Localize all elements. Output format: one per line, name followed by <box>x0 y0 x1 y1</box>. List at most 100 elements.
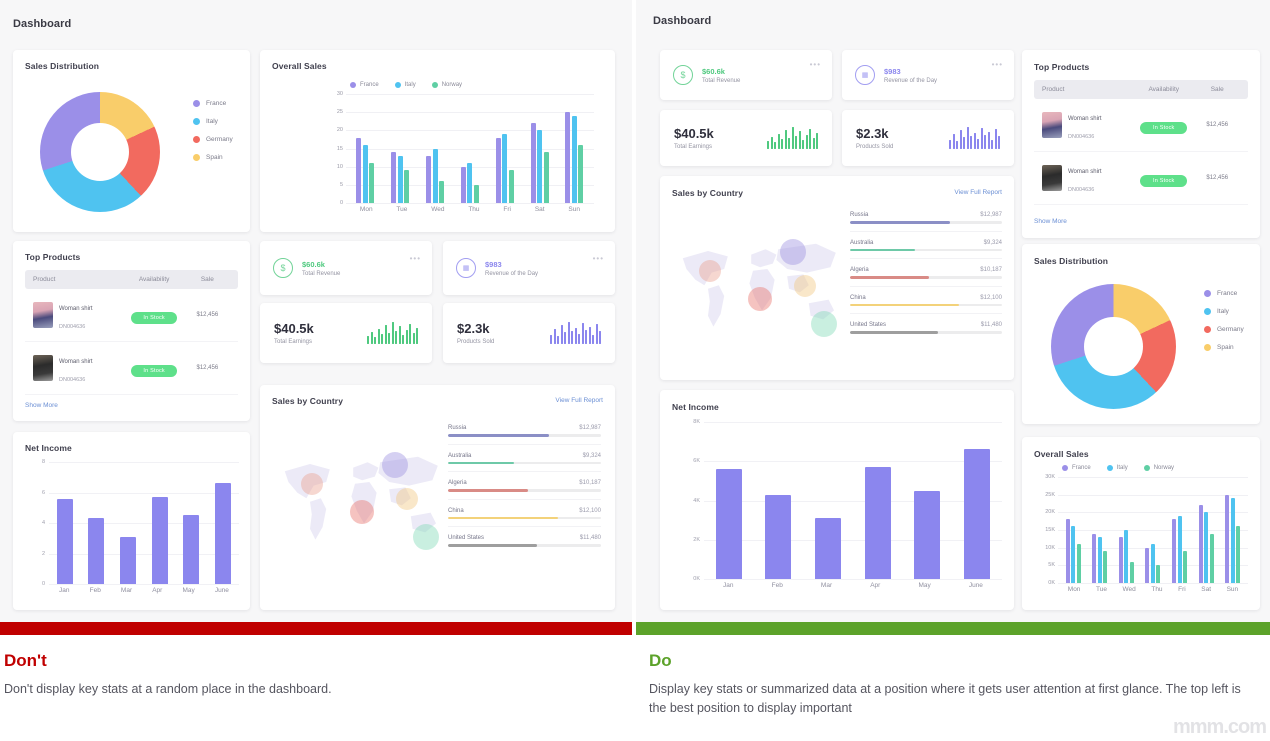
progress-fill <box>850 221 950 224</box>
spark-bar <box>774 142 776 149</box>
product-cell: Woman shirtDN004636 <box>1042 107 1133 143</box>
country-header: Russia$12,987 <box>850 212 1002 218</box>
dollar-circle-icon: $ <box>673 65 693 85</box>
spark-bar <box>568 322 570 344</box>
legend-color-dot-italy <box>1204 308 1211 315</box>
x-tick-label: Feb <box>772 582 783 589</box>
bar <box>1077 544 1081 583</box>
progress-fill <box>448 544 537 547</box>
europe-russia-bubble[interactable] <box>382 452 408 478</box>
country-value: $9,324 <box>583 453 601 459</box>
y-tick-label: 10 <box>337 164 343 170</box>
net-income-card: Net Income 0K2K4K6K8KJanFebMarAprMayJune <box>660 390 1014 610</box>
revenue-of-day-card[interactable]: ▦ $983 Revenue of the Day ••• <box>842 50 1014 100</box>
country-value: $12,987 <box>980 212 1002 218</box>
availability-cell: In Stock <box>124 306 185 324</box>
woman-shirt-pink-thumb <box>33 302 53 328</box>
table-row[interactable]: Woman shirtDN004636In Stock$12,456 <box>1034 152 1248 205</box>
bar <box>1119 537 1123 583</box>
view-full-report-link[interactable]: View Full Report <box>555 397 603 404</box>
australia-bubble[interactable] <box>811 311 837 337</box>
spark-bar <box>413 333 415 344</box>
gridline <box>704 579 1002 580</box>
y-tick-label: 2K <box>682 537 700 543</box>
card-menu-icon[interactable]: ••• <box>593 254 604 263</box>
total-revenue-card[interactable]: $ $60.6k Total Revenue ••• <box>260 241 432 295</box>
dont-body: Don't display key stats at a random plac… <box>4 680 632 699</box>
north-america-bubble[interactable] <box>699 260 721 282</box>
legend-color-dot <box>1062 465 1068 471</box>
column-header-sale: Sale <box>185 276 230 283</box>
bar <box>1204 512 1208 583</box>
comparison-figure: Dashboard Sales Distribution France Ital… <box>0 0 1270 741</box>
bar <box>1183 551 1187 583</box>
spark-bar <box>381 334 383 344</box>
total-earnings-card[interactable]: $40.5k Total Earnings <box>260 303 432 363</box>
spark-bar <box>802 140 804 149</box>
show-more-link[interactable]: Show More <box>1034 218 1067 225</box>
spark-bar <box>589 327 591 344</box>
spark-bar <box>988 132 990 149</box>
spark-bar <box>953 134 955 149</box>
europe-russia-bubble[interactable] <box>780 239 806 265</box>
country-sales-list: Russia$12,987 Australia$9,324 Algeria$10,1… <box>850 212 1002 342</box>
woman-shirt-black-thumb <box>33 355 53 381</box>
spark-bar <box>596 324 598 344</box>
progress-track <box>448 489 601 492</box>
legend-item: Italy <box>1107 465 1128 471</box>
card-menu-icon[interactable]: ••• <box>810 60 821 69</box>
africa-bubble[interactable] <box>350 500 374 524</box>
stat-label: Products Sold <box>457 339 494 345</box>
y-tick-label: 4 <box>27 520 45 526</box>
bars <box>704 422 1002 579</box>
x-tick-label: May <box>918 582 930 589</box>
card-title: Sales Distribution <box>25 61 99 71</box>
show-more-link[interactable]: Show More <box>25 402 58 409</box>
products-sold-card[interactable]: $2.3k Products Sold <box>842 110 1014 166</box>
legend-item: Italy <box>395 82 416 88</box>
x-tick-label: Apr <box>152 587 162 594</box>
y-tick-label: 15 <box>337 146 343 152</box>
view-full-report-link[interactable]: View Full Report <box>954 189 1002 196</box>
top-products-card: Top Products ProductAvailabilitySaleWoma… <box>13 241 250 421</box>
y-tick-label: 5 <box>340 182 343 188</box>
progress-track <box>448 434 601 437</box>
revenue-of-day-card[interactable]: ▦ $983 Revenue of the Day ••• <box>443 241 615 295</box>
stat-label: Total Revenue <box>702 78 740 84</box>
australia-bubble[interactable] <box>413 524 439 550</box>
y-tick-label: 0 <box>340 200 343 206</box>
sparkline-icon <box>367 322 418 344</box>
bar <box>1130 562 1134 583</box>
table-row[interactable]: Woman shirtDN004636In Stock$12,456 <box>25 289 238 342</box>
total-earnings-card[interactable]: $40.5k Total Earnings <box>660 110 832 166</box>
spark-bar <box>816 133 818 150</box>
card-menu-icon[interactable]: ••• <box>410 254 421 263</box>
sales-distribution-card: Sales Distribution France Italy Germany … <box>1022 244 1260 424</box>
bar <box>88 518 104 584</box>
x-tick-label: Sun <box>568 206 580 213</box>
card-menu-icon[interactable]: ••• <box>992 60 1003 69</box>
bar <box>474 185 479 203</box>
country-row: Algeria$10,187 <box>850 267 1002 287</box>
y-tick-label: 0K <box>1048 580 1055 586</box>
africa-bubble[interactable] <box>748 287 772 311</box>
bar <box>1092 534 1096 583</box>
table-row[interactable]: Woman shirtDN004636In Stock$12,456 <box>25 342 238 395</box>
woman-shirt-black-thumb <box>1042 165 1062 191</box>
gridline <box>346 203 594 204</box>
x-tick-label: June <box>215 587 229 594</box>
bar-group <box>531 94 549 203</box>
spark-bar <box>991 140 993 149</box>
legend-item: France <box>1204 290 1244 297</box>
bar <box>363 145 368 203</box>
products-sold-card[interactable]: $2.3k Products Sold <box>443 303 615 363</box>
gridline <box>1058 583 1248 584</box>
bar <box>461 167 466 203</box>
total-revenue-card[interactable]: $ $60.6k Total Revenue ••• <box>660 50 832 100</box>
legend-color-dot <box>350 82 356 88</box>
north-america-bubble[interactable] <box>301 473 323 495</box>
bar <box>1231 498 1235 583</box>
dont-heading: Don't <box>4 651 632 671</box>
table-row[interactable]: Woman shirtDN004636In Stock$12,456 <box>1034 99 1248 152</box>
country-header: Australia$9,324 <box>850 240 1002 246</box>
